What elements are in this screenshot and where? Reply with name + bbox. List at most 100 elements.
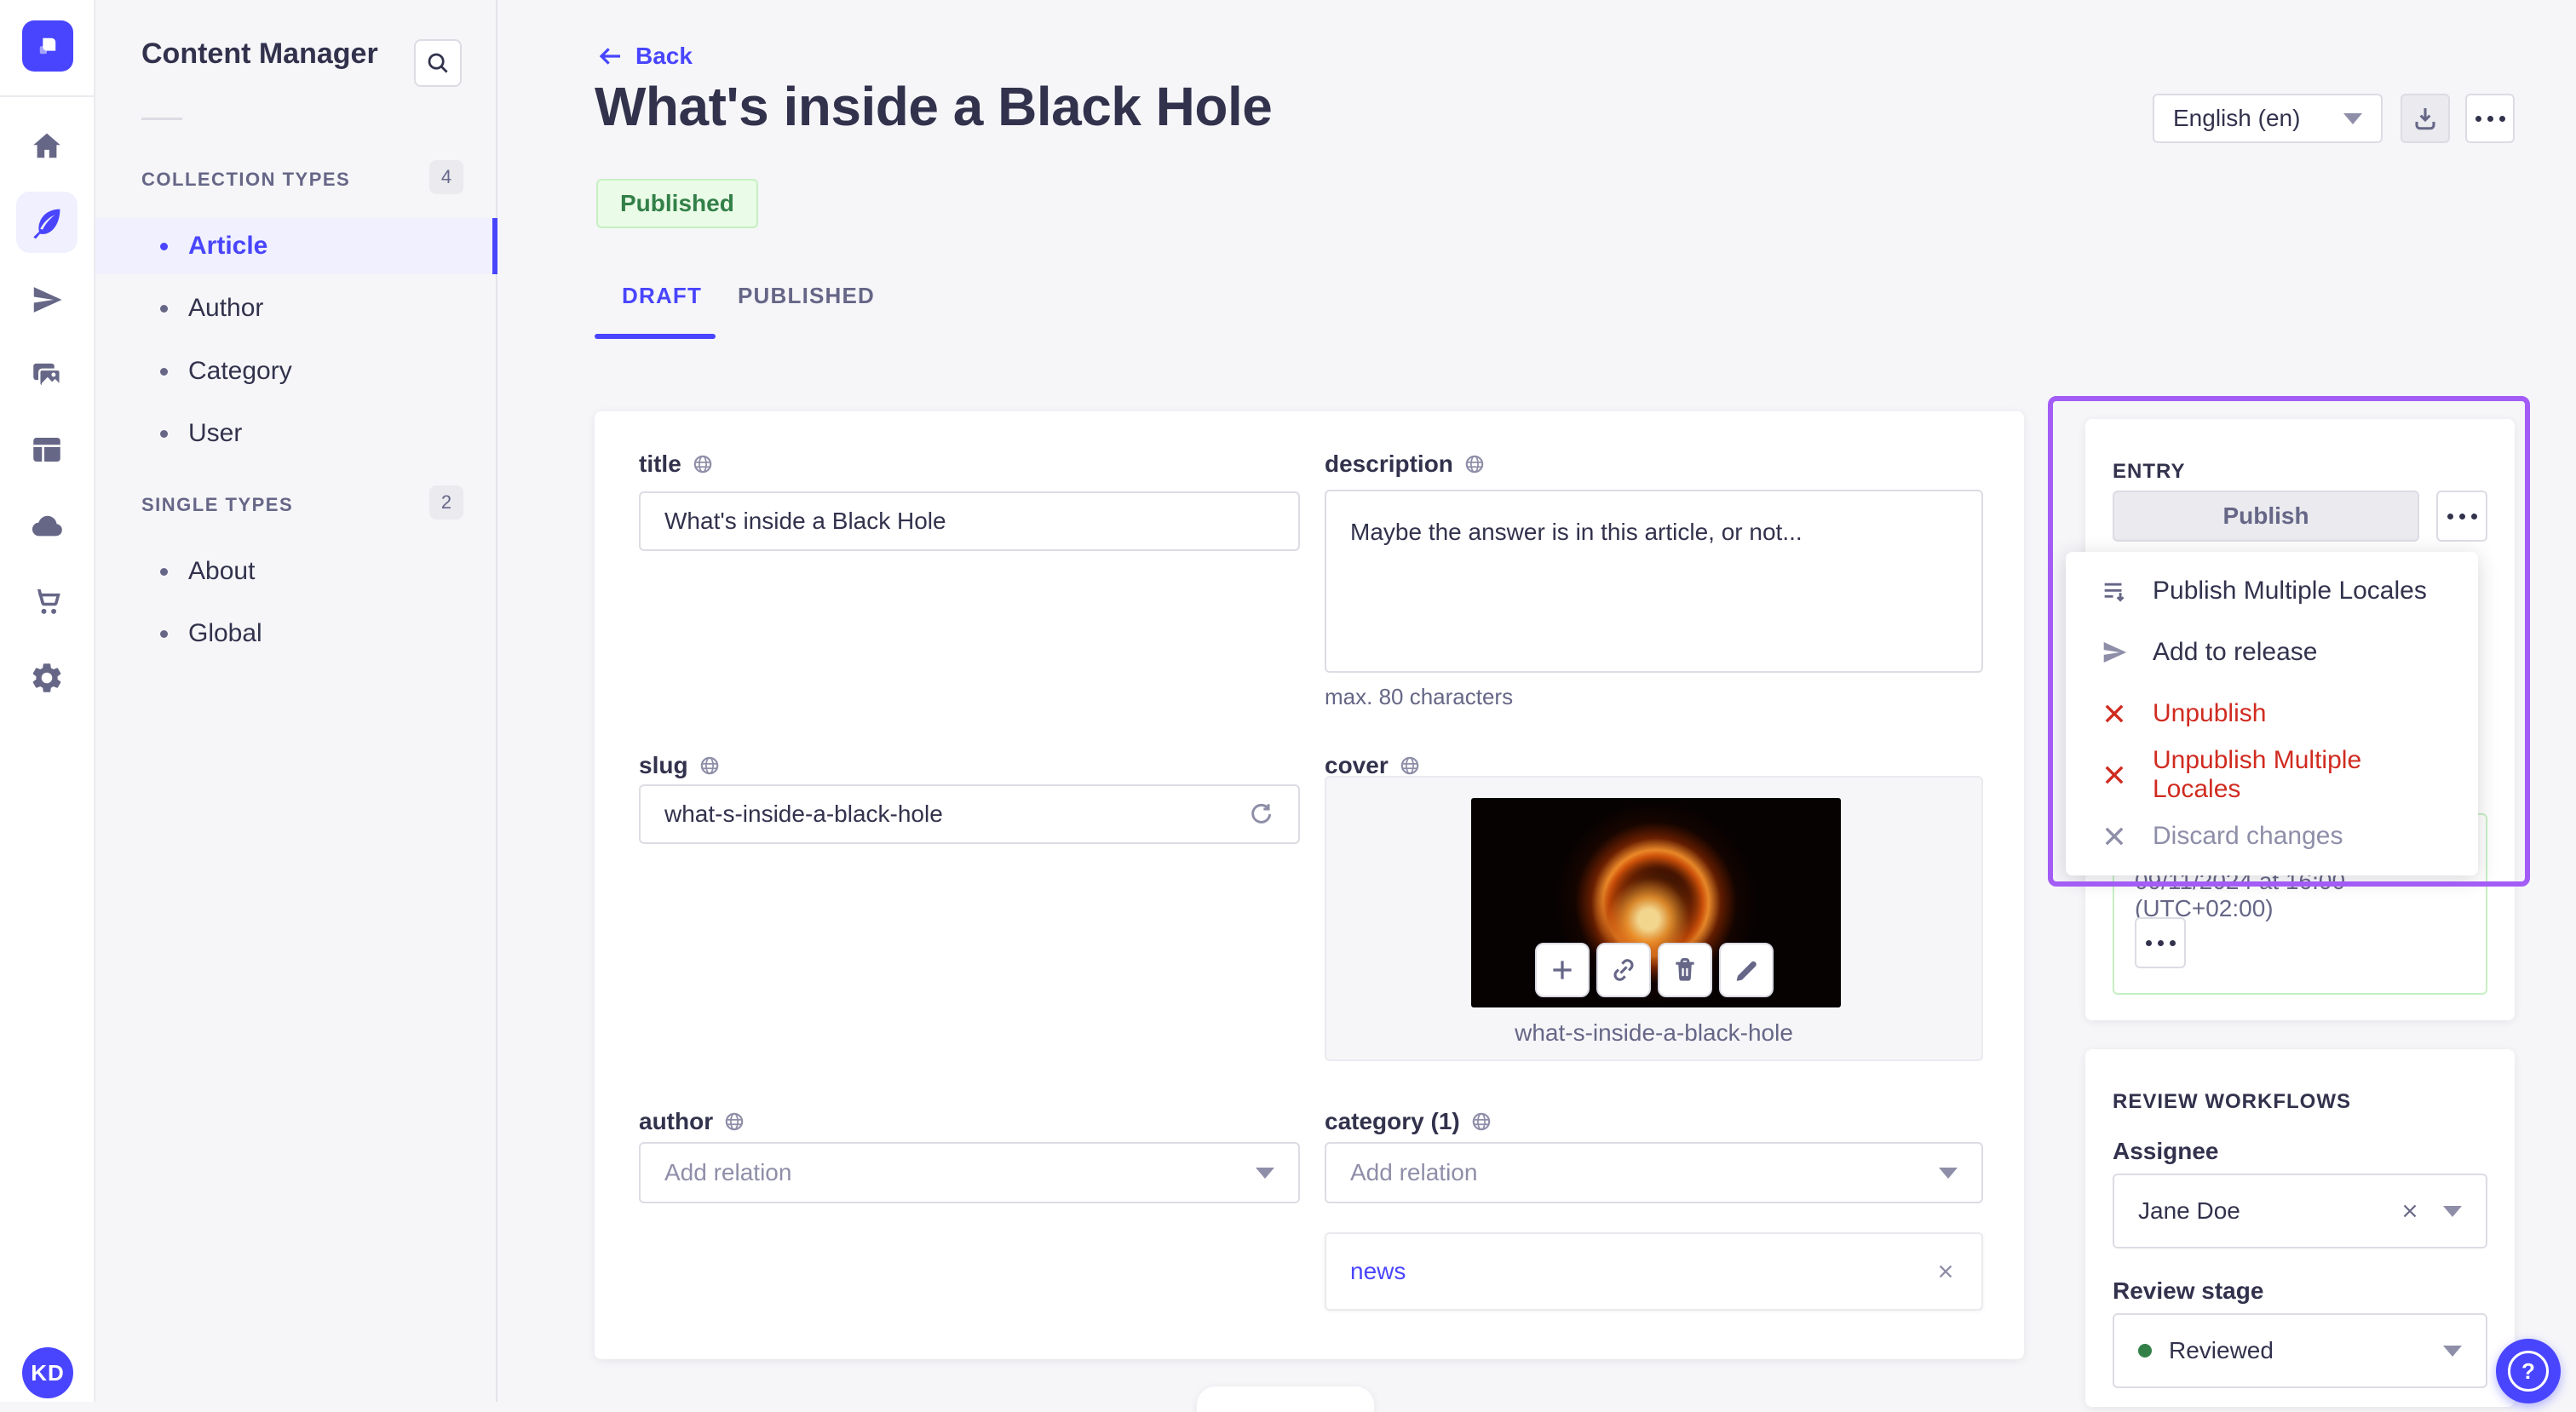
menu-item-unpublish[interactable]: Unpublish — [2066, 683, 2478, 744]
cloud-icon[interactable] — [16, 496, 78, 557]
sidebar-item-label: Category — [188, 357, 292, 385]
strapi-logo[interactable] — [22, 20, 73, 72]
question-mark-icon: ? — [2508, 1351, 2549, 1392]
title-input[interactable]: What's inside a Black Hole — [639, 491, 1300, 551]
content-manager-icon[interactable] — [16, 192, 78, 253]
locale-value: English (en) — [2173, 105, 2301, 131]
page-title: What's inside a Black Hole — [595, 76, 1273, 137]
user-avatar[interactable]: KD — [22, 1347, 73, 1398]
review-stage-label: Review stage — [2113, 1277, 2263, 1305]
author-placeholder: Add relation — [664, 1159, 792, 1185]
help-button[interactable]: ? — [2496, 1339, 2561, 1403]
author-relation-select[interactable]: Add relation — [639, 1142, 1300, 1203]
description-textarea[interactable]: Maybe the answer is in this article, or … — [1325, 490, 1983, 673]
chevron-down-icon — [2443, 1205, 2462, 1217]
slug-value: what-s-inside-a-black-hole — [664, 801, 943, 827]
collection-types-count: 4 — [429, 160, 463, 194]
sidebar-item-category[interactable]: Category — [95, 343, 497, 399]
tab-published[interactable]: PUBLISHED — [738, 283, 875, 309]
settings-icon[interactable] — [16, 647, 78, 709]
releases-icon[interactable] — [16, 269, 78, 330]
cover-caption: what-s-inside-a-black-hole — [1515, 1019, 1793, 1046]
more-icon — [2447, 513, 2477, 519]
remove-relation-icon[interactable] — [1934, 1260, 1958, 1283]
edit-media-button[interactable] — [1718, 943, 1774, 997]
sidebar-item-global[interactable]: Global — [95, 606, 497, 662]
field-label-text: Assignee — [2113, 1138, 2219, 1164]
media-library-icon[interactable] — [16, 344, 78, 405]
stage-status-dot — [2138, 1344, 2152, 1357]
assignee-label: Assignee — [2113, 1138, 2219, 1165]
slug-field-label: slug — [639, 752, 721, 779]
header-more-button[interactable] — [2465, 94, 2515, 143]
more-icon — [2145, 939, 2176, 946]
strapi-logo-icon — [39, 37, 56, 55]
sidebar-item-author[interactable]: Author — [95, 280, 497, 336]
field-label-text: description — [1325, 451, 1453, 477]
cover-toolbar — [1534, 943, 1774, 997]
globe-icon — [1400, 756, 1419, 775]
home-icon[interactable] — [16, 116, 78, 177]
status-badge: Published — [596, 179, 758, 228]
clear-assignee-icon[interactable] — [2399, 1200, 2421, 1222]
menu-item-add-to-release[interactable]: Add to release — [2066, 622, 2478, 683]
bullet-icon — [160, 567, 168, 576]
chevron-down-icon — [2443, 1345, 2462, 1357]
content-type-builder-icon[interactable] — [16, 419, 78, 480]
globe-icon — [700, 756, 718, 775]
category-placeholder: Add relation — [1350, 1159, 1478, 1185]
globe-icon — [725, 1112, 744, 1131]
arrow-left-icon — [599, 48, 620, 65]
chevron-down-icon — [1939, 1167, 1958, 1179]
bullet-icon — [160, 367, 168, 376]
stage-value: Reviewed — [2169, 1337, 2274, 1363]
search-button[interactable] — [414, 39, 462, 87]
menu-item-label: Unpublish Multiple Locales — [2153, 746, 2362, 803]
add-media-button[interactable] — [1534, 943, 1590, 997]
menu-item-discard-changes[interactable]: Discard changes — [2066, 806, 2478, 867]
entry-actions-menu: Publish Multiple Locales Add to release … — [2066, 552, 2478, 875]
globe-icon — [693, 455, 712, 474]
field-label-text: author — [639, 1108, 714, 1134]
menu-item-unpublish-multiple-locales[interactable]: Unpublish Multiple Locales — [2066, 744, 2478, 806]
menu-item-publish-multiple-locales[interactable]: Publish Multiple Locales — [2066, 560, 2478, 622]
slug-input[interactable]: what-s-inside-a-black-hole — [639, 784, 1300, 844]
menu-item-label: Discard changes — [2153, 822, 2343, 850]
rail-divider — [0, 95, 95, 97]
scheduled-date: 09/11/2024 at 16:00 (UTC+02:00) — [2135, 868, 2346, 921]
review-stage-select[interactable]: Reviewed — [2113, 1313, 2487, 1388]
menu-item-label: Unpublish — [2153, 699, 2267, 727]
sidebar-divider — [141, 118, 182, 120]
globe-icon — [1465, 455, 1484, 474]
sidebar-item-about[interactable]: About — [95, 543, 497, 600]
tab-draft[interactable]: DRAFT — [622, 283, 702, 309]
delete-media-button[interactable] — [1657, 943, 1712, 997]
sidebar-item-user[interactable]: User — [95, 405, 497, 462]
field-label-text: title — [639, 451, 681, 477]
publish-button[interactable]: Publish — [2113, 491, 2419, 542]
relation-link-news[interactable]: news — [1350, 1258, 1406, 1285]
category-field-label: category (1) — [1325, 1108, 1492, 1135]
cover-media-card: what-s-inside-a-black-hole — [1325, 776, 1983, 1061]
locale-select[interactable]: English (en) — [2153, 94, 2383, 143]
download-icon — [2415, 108, 2435, 130]
active-indicator — [492, 218, 497, 274]
category-relation-select[interactable]: Add relation — [1325, 1142, 1983, 1203]
sidebar-item-article[interactable]: Article — [95, 218, 497, 274]
assignee-combobox[interactable]: Jane Doe — [2113, 1174, 2487, 1248]
description-value: Maybe the answer is in this article, or … — [1350, 519, 1803, 545]
sidebar-item-label: Author — [188, 294, 264, 322]
title-value: What's inside a Black Hole — [664, 508, 946, 534]
copy-link-button[interactable] — [1596, 943, 1651, 997]
regenerate-icon[interactable] — [1247, 801, 1274, 828]
list-plus-icon — [2104, 583, 2125, 602]
back-link[interactable]: Back — [596, 43, 693, 70]
release-more-button[interactable] — [2135, 917, 2186, 968]
section-single-types: SINGLE TYPES — [141, 494, 294, 515]
content-manager-sidebar: Content Manager COLLECTION TYPES 4 Artic… — [95, 0, 497, 1402]
sidebar-item-label: Article — [188, 232, 268, 260]
download-button[interactable] — [2401, 94, 2450, 143]
marketplace-icon[interactable] — [16, 571, 78, 632]
entry-more-button[interactable] — [2436, 491, 2487, 542]
back-label: Back — [635, 43, 693, 69]
